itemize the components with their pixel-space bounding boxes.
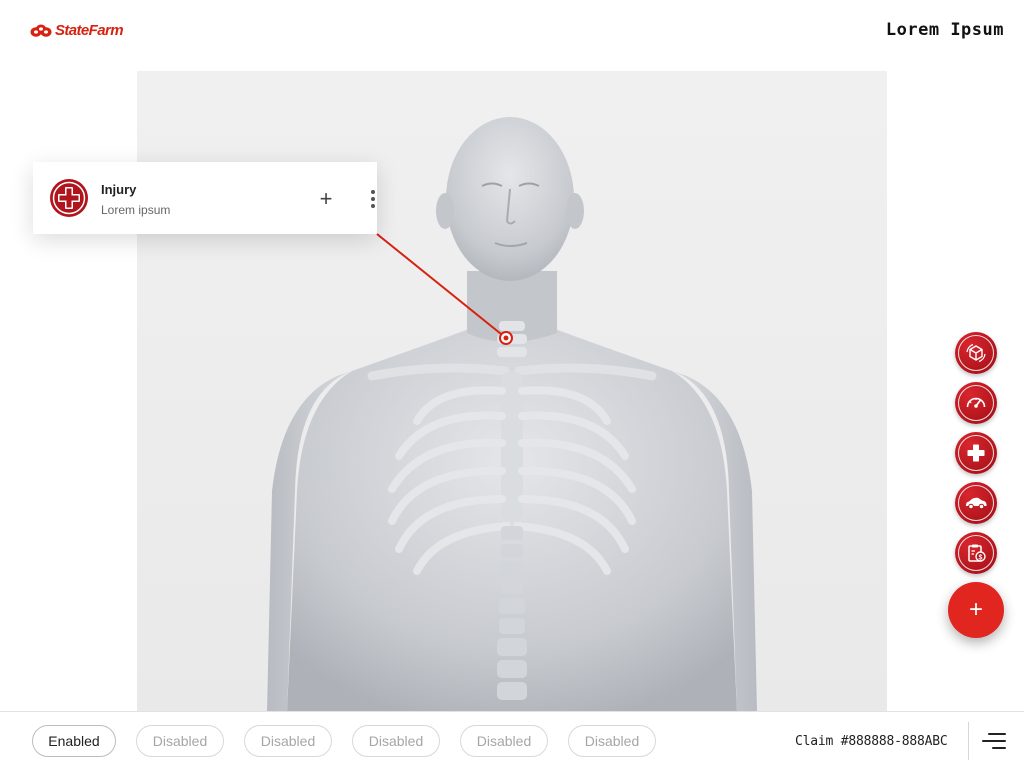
cube-rotate-button[interactable] [955, 332, 997, 374]
estimate-button[interactable]: $ [955, 532, 997, 574]
page-title: Lorem Ipsum [885, 20, 1004, 40]
filter-chip-disabled[interactable]: Disabled [352, 725, 440, 757]
logo-text: StateFarm [55, 22, 124, 39]
callout-subtitle: Lorem ipsum [101, 203, 171, 217]
add-fab-button[interactable]: + [948, 582, 1004, 638]
menu-icon[interactable] [982, 731, 1006, 751]
callout-title: Injury [101, 182, 137, 197]
cube-rotate-icon [966, 343, 986, 363]
filter-chip-enabled[interactable]: Enabled [32, 725, 116, 757]
medical-cross-icon [967, 444, 985, 462]
add-button[interactable]: + [313, 186, 339, 212]
vehicle-button[interactable] [955, 482, 997, 524]
more-options-icon[interactable] [363, 186, 383, 212]
filter-chip-disabled[interactable]: Disabled [460, 725, 548, 757]
medical-button[interactable] [955, 432, 997, 474]
injury-callout-card[interactable]: Injury Lorem ipsum + [33, 162, 377, 234]
divider [968, 722, 969, 760]
speedometer-button[interactable] [955, 382, 997, 424]
claim-number: Claim #888888-888ABC [795, 734, 948, 749]
filter-chip-disabled[interactable]: Disabled [568, 725, 656, 757]
state-farm-logo: StateFarm [30, 22, 124, 39]
car-icon [966, 497, 987, 510]
clipboard-dollar-icon: $ [968, 544, 986, 562]
filter-chip-disabled[interactable]: Disabled [244, 725, 332, 757]
filter-chip-disabled[interactable]: Disabled [136, 725, 224, 757]
medical-cross-icon [50, 179, 88, 217]
speedometer-icon [966, 397, 986, 408]
three-ovals-icon [30, 24, 52, 37]
claim-viewer-screen: StateFarm Lorem Ipsum Injury Lorem ipsum… [0, 0, 1024, 768]
callout-text: Injury Lorem ipsum [101, 182, 170, 217]
svg-text:$: $ [979, 554, 983, 561]
bottom-bar: Enabled Disabled Disabled Disabled Disab… [0, 711, 1024, 768]
